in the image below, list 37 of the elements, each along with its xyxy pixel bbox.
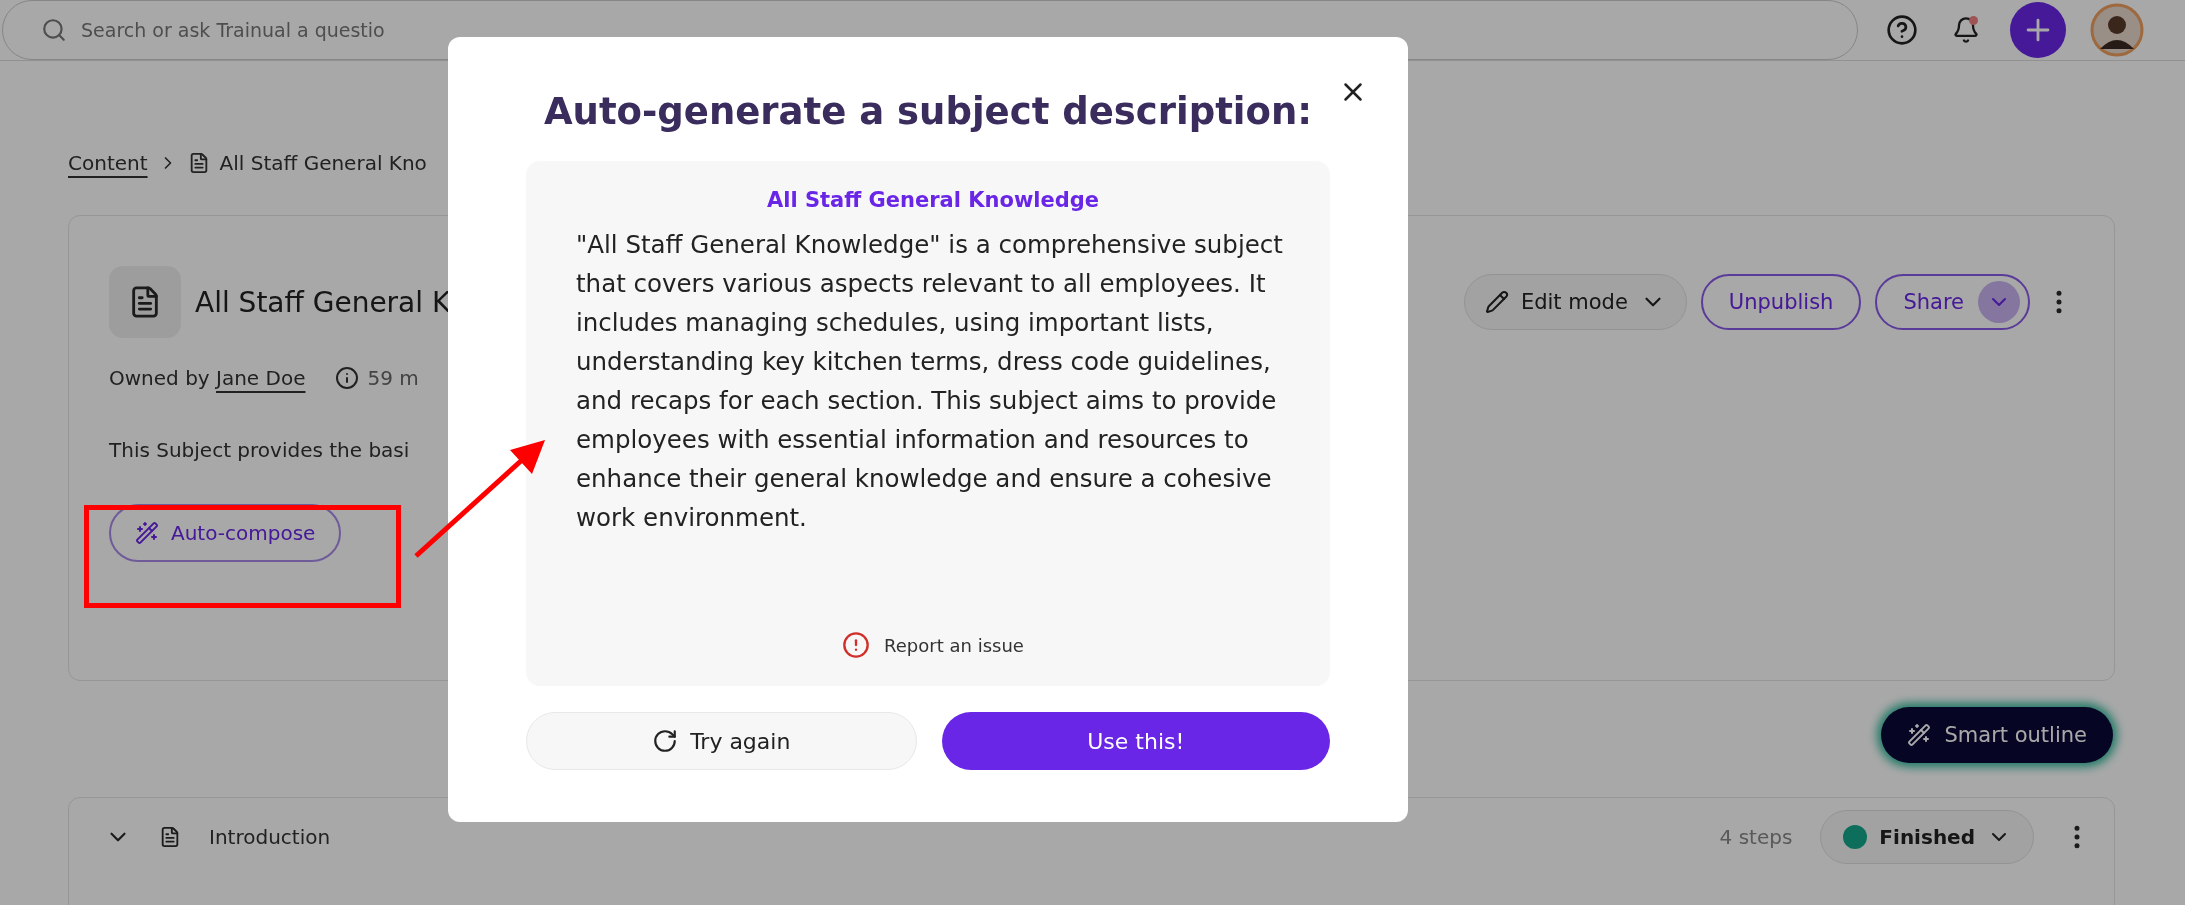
subject-description: This Subject provides the basi [109,438,410,462]
smart-outline-button[interactable]: Smart outline [1880,707,2113,763]
breadcrumb-current: All Staff General Kno [219,151,427,175]
retry-icon [652,728,679,754]
use-this-button[interactable]: Use this! [941,712,1330,770]
wand-icon [135,521,159,545]
document-icon [109,266,181,338]
pencil-icon [1484,290,1509,314]
duration-text: 59 m [367,366,419,390]
breadcrumb-link[interactable]: Content [68,151,148,175]
steps-count: 4 steps [1719,825,1793,849]
help-icon [1886,14,1918,46]
search-placeholder: Search or ask Trainual a questio [81,19,385,41]
subject-name: All Staff General Knowledge [766,187,1100,214]
wand-icon [1906,723,1931,747]
report-issue-button[interactable]: Report an issue [836,630,1030,660]
search-icon [41,17,67,43]
avatar[interactable] [2090,3,2144,57]
auto-compose-button[interactable]: Auto-compose [109,504,342,562]
generated-description: "All Staff General Knowledge" is a comprehensive subject that covers various aspects relevant to all employees. It includes managing schedules, using important lists, understanding key kitchen terms, dress code guidelines, and recaps for each section. This subject aims to provide employees with essential information and resources to enhance their general knowledge and ensure a cohesive work environment. [576,229,1284,534]
document-icon [159,826,181,848]
status-dot [1843,825,1868,849]
alert-icon [842,631,871,659]
owner-link[interactable]: Jane Doe [216,366,306,390]
add-button[interactable] [2010,2,2066,58]
share-button[interactable]: Share [1875,274,2030,330]
unpublish-button[interactable]: Unpublish [1700,274,1862,330]
unread-dot [1969,16,1978,25]
info-icon [335,366,360,390]
try-again-button[interactable]: Try again [526,712,917,770]
owner-text: Owned by Jane Doe [109,366,306,390]
bell-icon [1952,16,1980,44]
edit-mode-button[interactable]: Edit mode [1463,274,1687,330]
status-dropdown[interactable]: Finished [1820,810,2034,864]
caret-icon [1978,281,2020,323]
modal-title: Auto-generate a subject description: [543,88,1313,135]
section-title[interactable]: Introduction [209,825,1692,849]
